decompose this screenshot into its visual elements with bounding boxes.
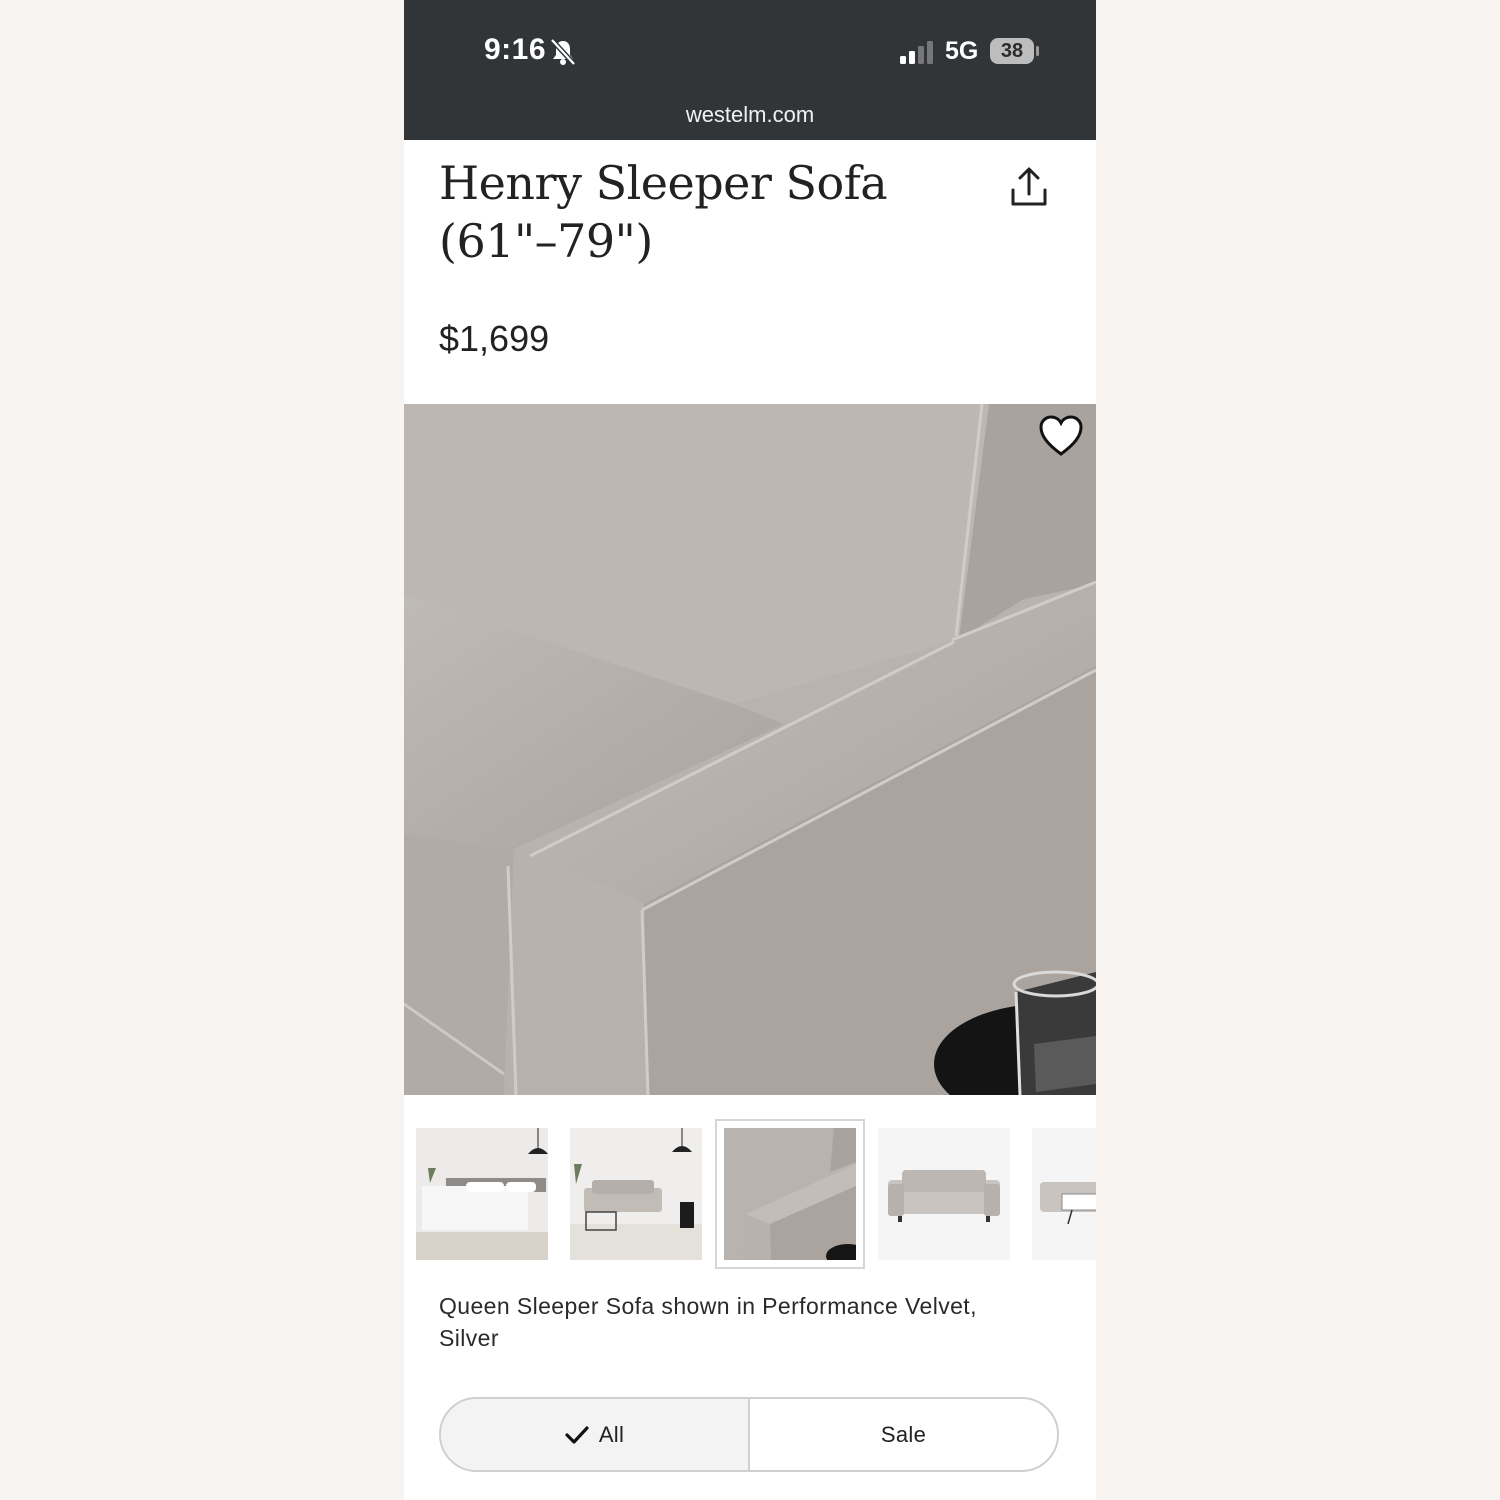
phone-screen: 9:16 5G 38 westelm.com Henry Sleeper Sof… [404,0,1096,1500]
address-bar-url[interactable]: westelm.com [404,102,1096,128]
battery-tip [1036,46,1039,56]
image-caption: Queen Sleeper Sofa shown in Performance … [439,1293,977,1351]
filter-all-button[interactable]: All [441,1399,750,1470]
product-title: Henry Sleeper Sofa (61"–79") [439,156,888,268]
network-type: 5G [945,37,979,65]
thumbnail-bedroom-sleeper[interactable] [416,1128,548,1260]
bell-slash-icon [550,38,576,66]
thumbnail-living-room-sofa[interactable] [570,1128,702,1260]
status-time: 9:16 [484,33,547,66]
status-and-address-bar: 9:16 5G 38 westelm.com [404,0,1096,140]
filter-sale-label: Sale [880,1421,927,1447]
product-price: $1,699 [439,318,550,359]
checkmark-icon [565,1425,589,1444]
filter-sale-button[interactable]: Sale [750,1399,1057,1470]
thumbnail-arm-closeup[interactable] [715,1119,865,1269]
filter-all-label: All [598,1421,625,1447]
product-main-image[interactable] [404,404,1096,1095]
thumbnail-strip[interactable] [404,1118,1096,1270]
heart-icon[interactable] [1038,414,1084,458]
share-icon[interactable] [1010,166,1048,208]
filter-toggle: All Sale [439,1397,1059,1472]
cellular-signal-icon [900,41,933,64]
thumbnail-sofa-front[interactable] [878,1128,1010,1260]
battery-indicator: 38 [990,38,1034,64]
thumbnail-sleeper-open[interactable] [1032,1128,1096,1260]
